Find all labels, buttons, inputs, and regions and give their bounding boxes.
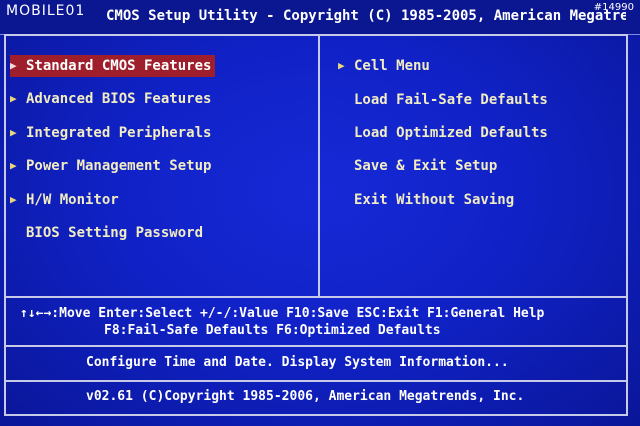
menu-item-integrated-peripherals[interactable]: ▶ Integrated Peripherals <box>10 122 211 144</box>
bios-copyright: v02.61 (C)Copyright 1985-2006, American … <box>86 389 525 404</box>
window-title: CMOS Setup Utility - Copyright (C) 1985-… <box>106 8 626 24</box>
photo-id: #14990 <box>593 2 634 13</box>
triangle-right-icon: ▶ <box>10 159 17 172</box>
menu-item-cell-menu[interactable]: ▶ Cell Menu <box>338 55 430 77</box>
menu-item-advanced-bios-features[interactable]: ▶ Advanced BIOS Features <box>10 88 211 110</box>
triangle-right-icon: ▶ <box>338 59 345 72</box>
menu-item-save-exit-setup[interactable]: Save & Exit Setup <box>338 155 497 177</box>
triangle-right-icon: ▶ <box>10 126 17 139</box>
menu-item-label: Cell Menu <box>354 58 430 74</box>
divider-copyright <box>4 380 628 382</box>
triangle-right-icon: ▶ <box>10 59 17 72</box>
menu-item-label: Integrated Peripherals <box>26 125 212 141</box>
divider-help <box>4 296 628 298</box>
triangle-right-icon: ▶ <box>10 193 17 206</box>
menu-item-standard-cmos-features[interactable]: ▶ Standard CMOS Features <box>10 55 216 77</box>
item-description: Configure Time and Date. Display System … <box>86 355 509 370</box>
menu-item-label: Load Optimized Defaults <box>354 125 548 141</box>
menu-item-load-fail-safe-defaults[interactable]: Load Fail-Safe Defaults <box>338 89 548 111</box>
menu-item-bios-setting-password[interactable]: BIOS Setting Password <box>10 222 203 244</box>
menu-item-label: Advanced BIOS Features <box>26 91 212 107</box>
menu-item-label: H/W Monitor <box>26 192 119 208</box>
menu-item-label: Power Management Setup <box>26 158 212 174</box>
menu-item-label: Exit Without Saving <box>354 192 515 208</box>
menu-item-hw-monitor[interactable]: ▶ H/W Monitor <box>10 189 119 211</box>
menu-item-label: BIOS Setting Password <box>26 225 204 241</box>
help-keys-line-1: ↑↓←→:Move Enter:Select +/-/:Value F10:Sa… <box>20 306 545 321</box>
watermark-logo: MOBILE01 <box>6 3 86 19</box>
title-bar: CMOS Setup Utility - Copyright (C) 1985-… <box>0 0 640 35</box>
menu-item-power-management-setup[interactable]: ▶ Power Management Setup <box>10 155 211 177</box>
menu-item-exit-without-saving[interactable]: Exit Without Saving <box>338 189 514 211</box>
menu-item-label: Standard CMOS Features <box>26 58 212 74</box>
triangle-right-icon: ▶ <box>10 92 17 105</box>
menu-item-load-optimized-defaults[interactable]: Load Optimized Defaults <box>338 122 548 144</box>
divider-description <box>4 345 628 347</box>
help-keys-line-2: F8:Fail-Safe Defaults F6:Optimized Defau… <box>104 323 441 338</box>
bios-screen: CMOS Setup Utility - Copyright (C) 1985-… <box>0 0 640 426</box>
menu-item-label: Load Fail-Safe Defaults <box>354 92 548 108</box>
menu-item-label: Save & Exit Setup <box>354 158 498 174</box>
column-divider <box>318 34 320 296</box>
